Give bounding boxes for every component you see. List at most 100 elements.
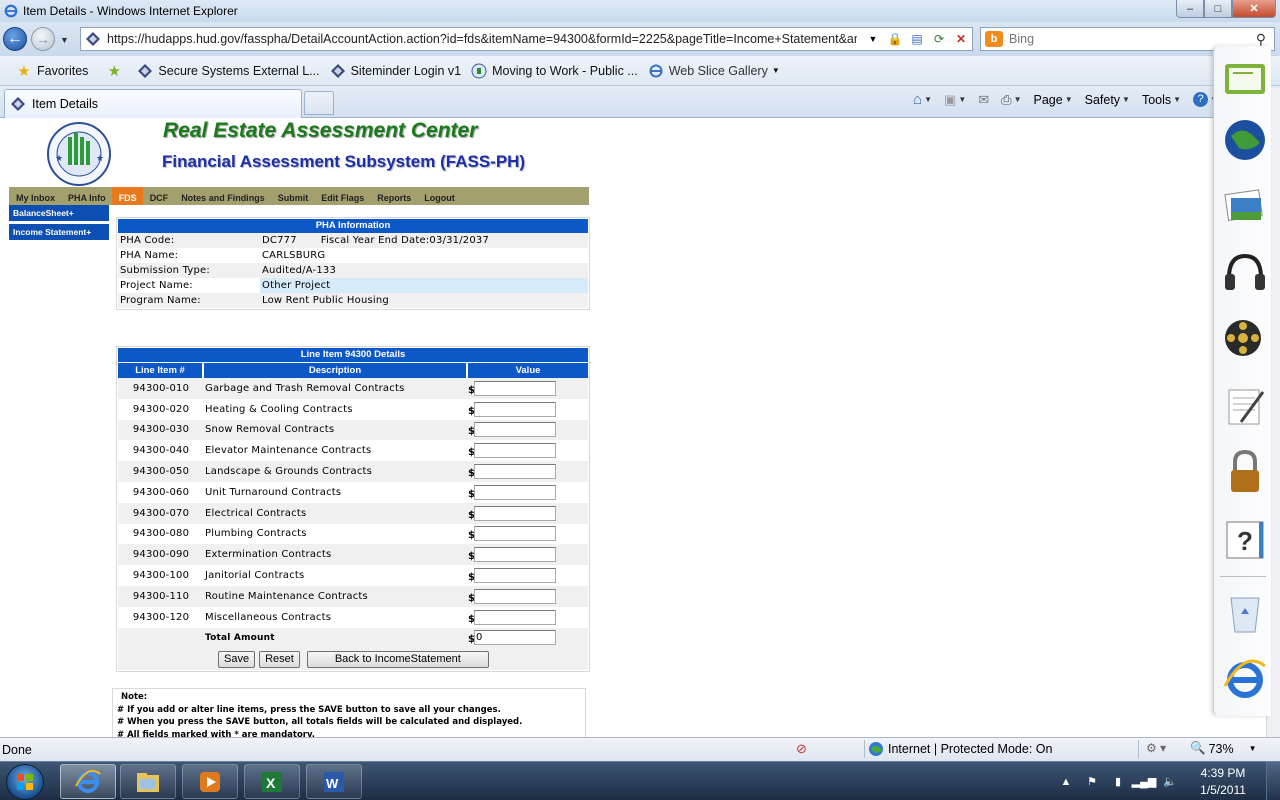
taskbar-word[interactable]: W	[306, 764, 362, 799]
tab-row: Item Details ⌂ ▼ ▣ ▼ ✉ ⎙ ▼ Page ▼ Safety ▼ To…	[0, 86, 1280, 118]
security-zone[interactable]: Internet | Protected Mode: On	[868, 741, 1052, 757]
taskbar-internet-explorer[interactable]	[60, 764, 116, 799]
fav-link-moving-to-work[interactable]: Moving to Work - Public ...	[471, 63, 638, 79]
power-icon[interactable]: ▮	[1110, 774, 1126, 790]
action-center-icon[interactable]: ⚑	[1084, 774, 1100, 790]
reset-button[interactable]: Reset	[259, 650, 300, 668]
fav-link-secure-systems[interactable]: Secure Systems External L...	[137, 63, 320, 79]
help-gadget-icon[interactable]: ?	[1221, 516, 1269, 564]
tools-menu[interactable]: Tools ▼	[1138, 93, 1185, 107]
taskbar-media-player[interactable]	[182, 764, 238, 799]
taskbar-excel[interactable]: X	[244, 764, 300, 799]
back-to-income-statement-button[interactable]: Back to IncomeStatement	[306, 650, 489, 668]
refresh-icon[interactable]: ⟳	[930, 30, 948, 48]
line-item-description: Miscellaneous Contracts	[205, 611, 332, 623]
fav-link-web-slice-gallery[interactable]: Web Slice Gallery ▼	[648, 63, 780, 79]
start-button[interactable]	[6, 764, 44, 800]
line-item-value-input[interactable]	[474, 568, 556, 584]
menu-dcf[interactable]: DCF	[143, 187, 175, 205]
menu-notes-and-findings[interactable]: Notes and Findings	[174, 187, 271, 205]
network-icon[interactable]: ▂▄▆	[1132, 774, 1157, 790]
clock[interactable]: 4:39 PM 1/5/2011	[1188, 765, 1258, 799]
notes-gadget-icon[interactable]	[1221, 54, 1269, 102]
film-reel-gadget-icon[interactable]	[1221, 314, 1269, 362]
address-bar[interactable]: https://hudapps.hud.gov/fasspha/DetailAc…	[80, 27, 973, 51]
zoom-control[interactable]: 🔍 73% ▼	[1190, 741, 1257, 756]
column-header-description: Description	[204, 363, 466, 378]
line-item-value-input[interactable]	[474, 505, 556, 521]
menu-reports[interactable]: Reports	[370, 187, 417, 205]
line-item-value-input[interactable]	[474, 526, 556, 542]
line-item-value-input[interactable]	[474, 464, 556, 480]
menu-my-inbox[interactable]: My Inbox	[9, 187, 61, 205]
ie-gadget-icon[interactable]	[1221, 656, 1269, 704]
table-row: 94300-010 Garbage and Trash Removal Contr…	[118, 378, 588, 399]
ie-icon	[4, 4, 18, 18]
menu-submit[interactable]: Submit	[271, 187, 315, 205]
lock-icon[interactable]: 🔒	[886, 30, 904, 48]
menu-edit-flags[interactable]: Edit Flags	[314, 187, 370, 205]
forward-button[interactable]: →	[31, 27, 55, 51]
compatibility-view-icon[interactable]: ▤	[908, 30, 926, 48]
rss-icon: ▣	[944, 91, 957, 107]
lock-gadget-icon[interactable]	[1221, 448, 1269, 496]
stop-icon[interactable]: ✕	[952, 30, 970, 48]
line-item-code: 94300-010	[132, 382, 190, 394]
help-icon: ?	[1193, 92, 1209, 107]
photos-gadget-icon[interactable]	[1221, 184, 1269, 232]
show-desktop-button[interactable]	[1266, 762, 1280, 800]
note-line: # If you add or alter line items, press …	[117, 704, 501, 715]
url-text[interactable]: https://hudapps.hud.gov/fasspha/DetailAc…	[107, 32, 857, 46]
minimize-button[interactable]: –	[1176, 0, 1204, 18]
back-button[interactable]: ←	[3, 27, 27, 51]
line-item-code: 94300-120	[132, 611, 190, 623]
url-dropdown-icon[interactable]: ▼	[864, 30, 882, 48]
sidebar-item-balance-sheet[interactable]: BalanceSheet+	[9, 205, 109, 221]
table-row: 94300-060 Unit Turnaround Contracts $	[118, 482, 588, 503]
total-amount-input[interactable]	[474, 630, 556, 646]
maximize-button[interactable]: □	[1204, 0, 1232, 18]
sidebar-item-income-statement[interactable]: Income Statement+	[9, 224, 109, 240]
pha-label: PHA Code:	[120, 235, 175, 246]
line-item-value-input[interactable]	[474, 401, 556, 417]
line-item-value-input[interactable]	[474, 588, 556, 604]
media-player-icon	[200, 771, 220, 792]
menu-fds[interactable]: FDS	[111, 187, 143, 205]
search-input[interactable]	[1009, 32, 1249, 46]
page-menu[interactable]: Page ▼	[1029, 93, 1076, 107]
line-item-value-input[interactable]	[474, 484, 556, 500]
hud-icon	[86, 32, 100, 46]
show-hidden-icons-icon[interactable]: ▲	[1058, 774, 1074, 790]
taskbar-windows-explorer[interactable]	[120, 764, 176, 799]
line-item-value-input[interactable]	[474, 380, 556, 396]
menu-pha-info[interactable]: PHA Info	[61, 187, 112, 205]
line-item-value-input[interactable]	[474, 422, 556, 438]
home-button[interactable]: ⌂ ▼	[909, 91, 936, 108]
recycle-bin-gadget-icon[interactable]	[1221, 588, 1269, 636]
fav-link-siteminder[interactable]: Siteminder Login v1	[330, 63, 461, 79]
notepad-gadget-icon[interactable]	[1221, 382, 1269, 430]
tab-item-details[interactable]: Item Details	[4, 89, 302, 118]
close-button[interactable]: ✕	[1232, 0, 1276, 18]
column-headers: Line Item # Description Value	[118, 363, 588, 378]
globe-gadget-icon[interactable]	[1221, 116, 1269, 164]
privacy-icon[interactable]: ⚙ ▾	[1146, 741, 1166, 755]
favorites-label: Favorites	[37, 63, 89, 78]
save-button[interactable]: Save	[218, 650, 256, 668]
popup-blocker-icon[interactable]: ⊘	[796, 741, 807, 757]
add-to-favorites-bar-button[interactable]: ★	[106, 63, 127, 80]
line-item-value-input[interactable]	[474, 547, 556, 563]
feeds-button[interactable]: ▣ ▼	[940, 92, 970, 108]
volume-icon[interactable]: 🔈	[1162, 774, 1178, 790]
line-item-value-input[interactable]	[474, 443, 556, 459]
print-button[interactable]: ⎙ ▼	[997, 92, 1025, 108]
read-mail-button[interactable]: ✉	[974, 92, 993, 108]
new-tab-button[interactable]	[304, 91, 334, 115]
safety-menu[interactable]: Safety ▼	[1081, 93, 1134, 107]
headphones-gadget-icon[interactable]	[1221, 248, 1269, 296]
recent-pages-dropdown[interactable]: ▼	[60, 35, 69, 45]
favorites-button[interactable]: ★ Favorites	[16, 63, 89, 80]
word-icon: W	[324, 771, 344, 792]
menu-logout[interactable]: Logout	[417, 187, 461, 205]
line-item-value-input[interactable]	[474, 609, 556, 625]
